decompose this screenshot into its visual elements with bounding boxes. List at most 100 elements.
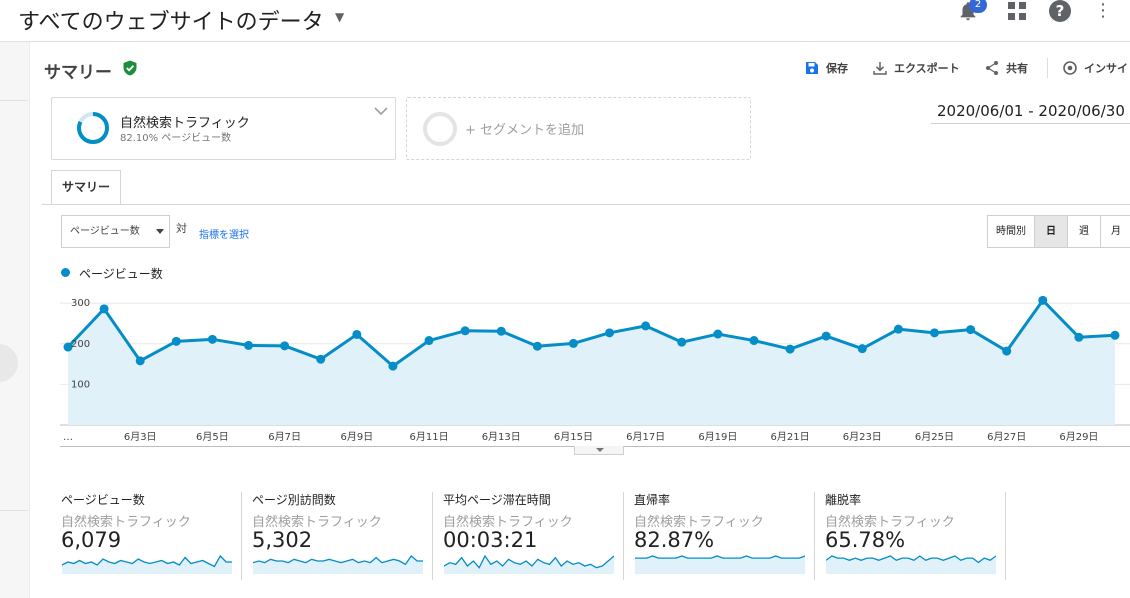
x-tick-label: 6月7日 (268, 431, 301, 443)
data-point[interactable] (244, 340, 254, 350)
view-selector-caret-icon[interactable]: ▼ (335, 10, 344, 24)
data-point[interactable] (496, 326, 506, 336)
series-area (68, 300, 1115, 425)
actions-divider (1047, 58, 1048, 78)
expand-caret-icon (596, 448, 604, 452)
x-tick-label: 6月13日 (482, 431, 521, 443)
x-tick-label: 6月21日 (771, 431, 810, 443)
data-point[interactable] (388, 361, 398, 371)
pageviews-line-chart: 100 200 300 … 6月3日 6月5日 6月7日 6月9日 6月11日 6月13日 6月15… (60, 295, 1130, 443)
versus-label: 対 (176, 222, 187, 235)
share-icon (986, 61, 998, 75)
scorecard-metric-name: ページ別訪問数 (252, 493, 336, 507)
x-tick-label: 6月23日 (843, 431, 882, 443)
legend-swatch (61, 268, 70, 277)
left-rail (0, 42, 30, 598)
data-point[interactable] (1110, 330, 1120, 340)
data-point[interactable] (568, 338, 578, 348)
dropdown-caret-icon (156, 229, 164, 234)
scorecard[interactable]: 平均ページ滞在時間 自然検索トラフィック 00:03:21 (433, 490, 623, 580)
top-bar: すべてのウェブサイトのデータ ▼ 2 ? ⋮ (0, 0, 1130, 42)
metric-dropdown-value: ページビュー数 (70, 226, 140, 237)
data-point[interactable] (641, 321, 651, 331)
data-point[interactable] (171, 336, 181, 346)
scorecard-metric-name: 直帰率 (634, 493, 671, 507)
export-label: エクスポート (894, 62, 960, 75)
data-point[interactable] (532, 341, 542, 351)
data-point[interactable] (1038, 295, 1048, 305)
segment-card[interactable]: 自然検索トラフィック 82.10% ページビュー数 (51, 97, 396, 160)
scorecard-divider (432, 492, 433, 580)
data-point[interactable] (713, 329, 723, 339)
scorecard[interactable]: 直帰率 自然検索トラフィック 82.87% (624, 490, 814, 580)
data-point[interactable] (352, 329, 362, 339)
share-button[interactable]: 共有 (984, 60, 1028, 76)
help-icon[interactable]: ? (1049, 0, 1071, 22)
scorecard-sparkline (635, 555, 805, 574)
data-point[interactable] (893, 324, 903, 334)
tab-summary[interactable]: サマリー (51, 170, 121, 205)
granularity-month[interactable]: 月 (1100, 215, 1130, 248)
data-point[interactable] (929, 328, 939, 338)
data-point[interactable] (966, 325, 976, 335)
rail-divider (0, 100, 28, 101)
x-tick-label: 6月25日 (915, 431, 954, 443)
add-segment-label: + セグメントを追加 (465, 123, 585, 138)
apps-grid-icon[interactable] (1008, 2, 1026, 20)
data-point[interactable] (316, 354, 326, 364)
verified-check-icon (123, 60, 137, 76)
data-point[interactable] (99, 304, 109, 314)
x-tick-label: 6月27日 (987, 431, 1026, 443)
add-segment-button[interactable]: + セグメントを追加 (406, 97, 751, 160)
data-point[interactable] (785, 344, 795, 354)
save-label: 保存 (826, 62, 848, 75)
scorecard-divider (241, 492, 242, 580)
scorecard-sparkline (444, 554, 614, 574)
data-point[interactable] (207, 334, 217, 344)
data-point[interactable] (135, 356, 145, 366)
scorecard[interactable]: ページ別訪問数 自然検索トラフィック 5,302 (242, 490, 432, 580)
insights-button[interactable]: インサイ (1062, 60, 1128, 76)
chart-expand-button[interactable] (574, 446, 624, 455)
data-point[interactable] (677, 337, 687, 347)
scorecard-value: 82.87% (634, 528, 715, 552)
x-tick-label: 6月29日 (1059, 431, 1098, 443)
save-button[interactable]: 保存 (804, 60, 848, 76)
granularity-day[interactable]: 日 (1034, 215, 1068, 248)
scorecard[interactable]: ページビュー数 自然検索トラフィック 6,079 (51, 490, 241, 580)
select-metric-link[interactable]: 指標を選択 (199, 226, 249, 241)
metric-dropdown[interactable]: ページビュー数 (61, 215, 170, 248)
legend-label: ページビュー数 (79, 267, 163, 281)
scorecard-metric-name: 平均ページ滞在時間 (443, 493, 551, 507)
view-selector[interactable]: すべてのウェブサイトのデータ (18, 4, 324, 36)
granularity-toggle: 時間別 日 週 月 (987, 215, 1130, 248)
rail-avatar-icon[interactable] (0, 344, 18, 382)
scorecard-divider (1005, 492, 1006, 580)
data-point[interactable] (424, 336, 434, 346)
data-point[interactable] (280, 341, 290, 351)
segment-ratio-ring-icon (77, 112, 109, 144)
granularity-hourly[interactable]: 時間別 (987, 215, 1035, 248)
x-tick-label: 6月3日 (124, 431, 157, 443)
x-tick-label: 6月11日 (409, 431, 448, 443)
data-point[interactable] (821, 331, 831, 341)
more-options-icon[interactable]: ⋮ (1094, 0, 1112, 21)
data-point[interactable] (1074, 332, 1084, 342)
data-point[interactable] (1002, 346, 1012, 356)
x-tick-label: 6月5日 (196, 431, 229, 443)
export-button[interactable]: エクスポート (872, 60, 960, 76)
data-point[interactable] (749, 336, 759, 346)
data-point[interactable] (605, 328, 615, 338)
tab-divider (42, 204, 1130, 205)
granularity-week[interactable]: 週 (1067, 215, 1101, 248)
scorecard[interactable]: 離脱率 自然検索トラフィック 65.78% (815, 490, 1005, 580)
date-range-picker[interactable]: 2020/06/01 - 2020/06/30 (931, 98, 1130, 124)
data-point[interactable] (460, 326, 470, 336)
scorecard-metric-name: 離脱率 (825, 493, 862, 507)
data-point[interactable] (857, 344, 867, 354)
download-icon (873, 62, 887, 75)
chevron-down-icon[interactable] (374, 106, 388, 116)
report-title: サマリー (44, 63, 112, 83)
x-tick-label: 6月15日 (554, 431, 593, 443)
empty-segment-ring-icon (423, 112, 457, 146)
